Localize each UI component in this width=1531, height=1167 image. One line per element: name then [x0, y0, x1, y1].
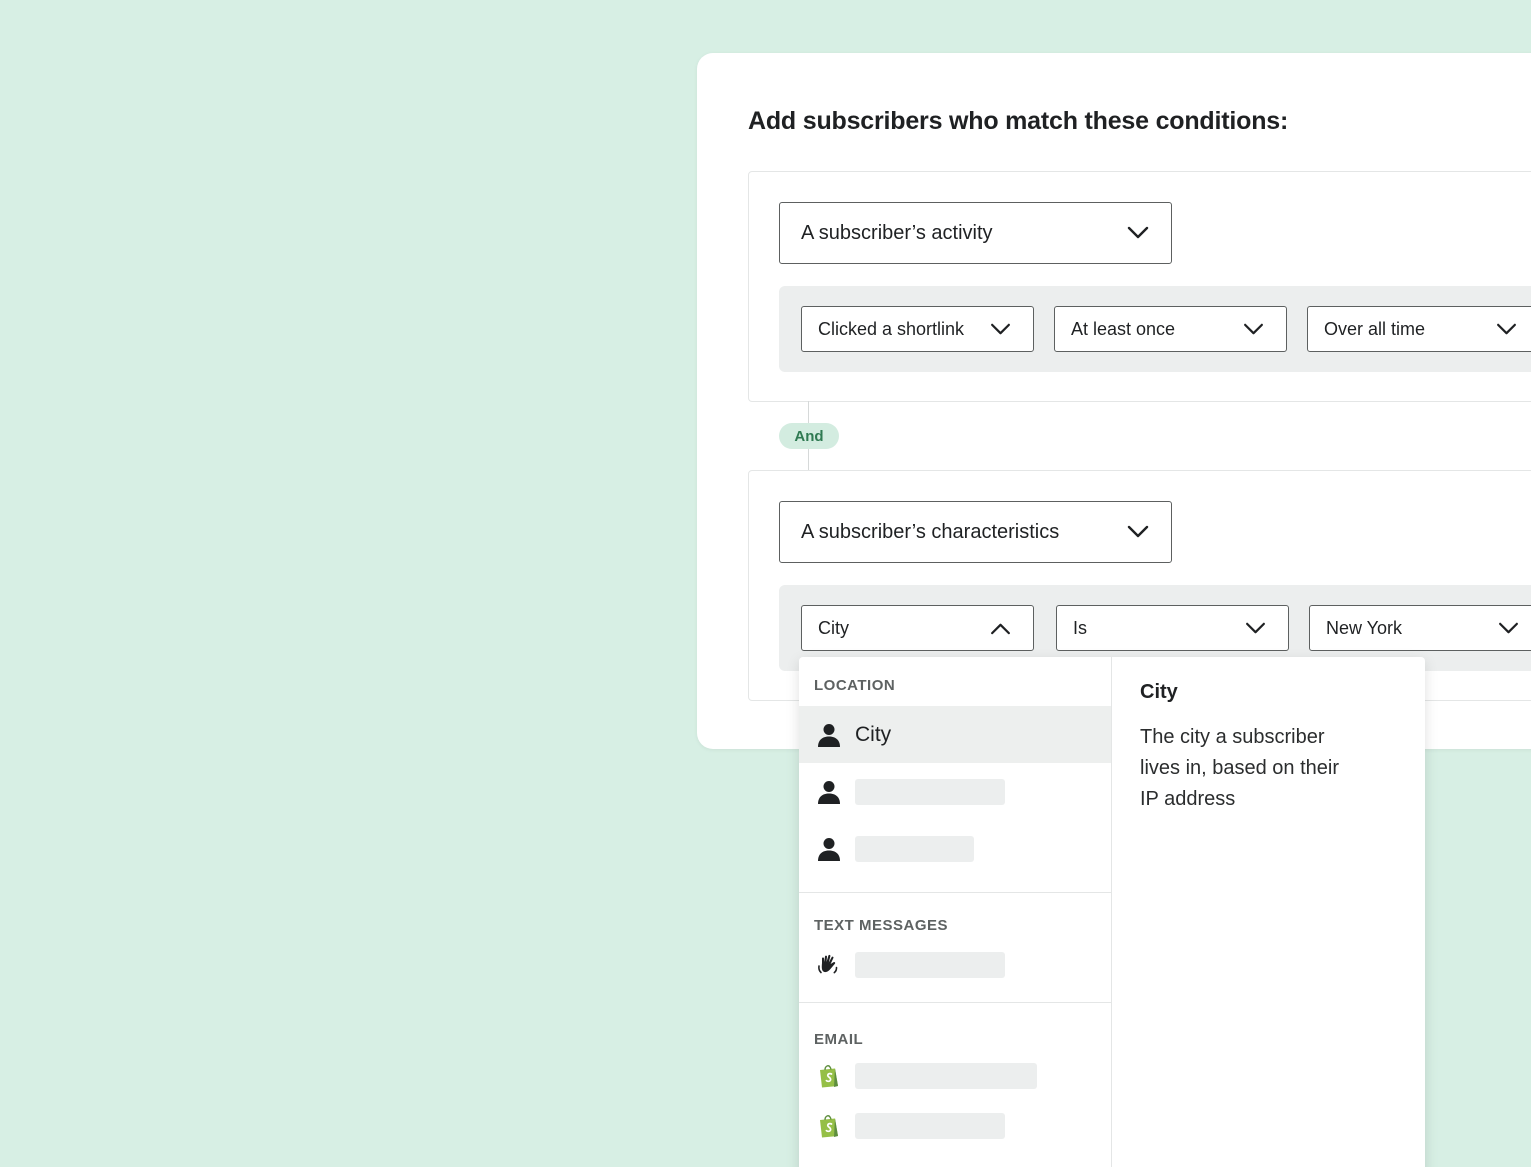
option-label-skeleton: [855, 952, 1005, 978]
person-icon: [816, 836, 842, 862]
option-placeholder[interactable]: [799, 1100, 1111, 1152]
option-placeholder[interactable]: [799, 942, 1111, 988]
chevron-down-icon: [1498, 622, 1519, 635]
option-label-skeleton: [855, 1113, 1005, 1139]
dropdown-option-list: LOCATION City TEXT MESSAGES EMAIL: [799, 657, 1112, 1167]
chevron-down-icon: [990, 323, 1011, 336]
section-heading: EMAIL: [814, 1031, 864, 1048]
connector-line: [808, 401, 809, 423]
detail-description: The city a subscriber lives in, based on…: [1140, 726, 1340, 810]
filter-row: Clicked a shortlink At least once Over a…: [779, 286, 1531, 372]
timeframe-select[interactable]: Over all time: [1307, 306, 1531, 352]
section-location: LOCATION City: [799, 657, 1111, 893]
select-label: City: [818, 617, 849, 638]
chevron-down-icon: [1245, 622, 1266, 635]
select-label: At least once: [1071, 318, 1176, 339]
condition-category-select[interactable]: A subscriber’s characteristics: [779, 501, 1172, 563]
chevron-down-icon: [1243, 323, 1264, 336]
select-label: New York: [1326, 617, 1403, 638]
option-detail-panel: City The city a subscriber lives in, bas…: [1112, 657, 1425, 1167]
section-email: EMAIL: [799, 1003, 1111, 1152]
and-operator-badge[interactable]: And: [779, 423, 839, 449]
select-label: A subscriber’s characteristics: [801, 520, 1060, 543]
chevron-down-icon: [1496, 323, 1517, 336]
select-label: A subscriber’s activity: [801, 221, 993, 244]
option-label: City: [855, 722, 892, 746]
condition-category-select[interactable]: A subscriber’s activity: [779, 202, 1172, 264]
chevron-down-icon: [1127, 226, 1149, 240]
section-text-messages: TEXT MESSAGES: [799, 893, 1111, 1003]
select-label: Over all time: [1324, 318, 1426, 339]
stage: Add subscribers who match these conditio…: [0, 0, 1531, 1167]
connector-line: [808, 449, 809, 470]
chevron-up-icon: [990, 622, 1011, 635]
property-select[interactable]: City: [801, 605, 1034, 651]
option-placeholder[interactable]: [799, 763, 1111, 820]
option-label-skeleton: [855, 835, 974, 862]
operator-select[interactable]: Is: [1056, 605, 1289, 651]
hand-wave-icon: [816, 952, 842, 978]
chevron-down-icon: [1127, 525, 1149, 539]
frequency-select[interactable]: At least once: [1054, 306, 1287, 352]
option-label-skeleton: [855, 1063, 1037, 1089]
shopify-bag-icon: [816, 1113, 842, 1139]
section-heading: TEXT MESSAGES: [814, 917, 949, 934]
section-heading: LOCATION: [814, 677, 896, 694]
segment-builder-card: Add subscribers who match these conditio…: [697, 53, 1531, 749]
condition-group-activity: A subscriber’s activity Clicked a shortl…: [748, 171, 1531, 402]
value-select[interactable]: New York: [1309, 605, 1531, 651]
option-label-skeleton: [855, 778, 1005, 805]
action-select[interactable]: Clicked a shortlink: [801, 306, 1034, 352]
card-title: Add subscribers who match these conditio…: [748, 107, 1289, 135]
property-dropdown-menu: LOCATION City TEXT MESSAGES EMAIL City T…: [799, 657, 1425, 1167]
detail-title: City: [1140, 681, 1178, 703]
select-label: Is: [1073, 617, 1088, 638]
option-placeholder[interactable]: [799, 1052, 1111, 1100]
option-city[interactable]: City: [799, 706, 1111, 763]
person-icon: [816, 779, 842, 805]
person-icon: [816, 722, 842, 748]
option-placeholder[interactable]: [799, 820, 1111, 877]
shopify-bag-icon: [816, 1063, 842, 1089]
select-label: Clicked a shortlink: [818, 318, 965, 339]
